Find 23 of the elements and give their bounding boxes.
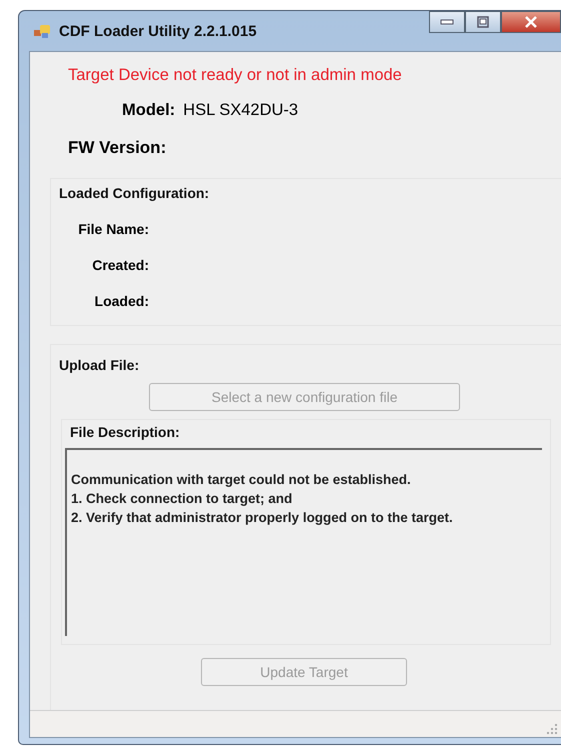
model-value: HSL SX42DU-3: [183, 101, 298, 120]
close-button[interactable]: [501, 11, 561, 33]
description-line: 1. Check connection to target; and: [71, 490, 294, 508]
model-label: Model:: [122, 101, 176, 120]
resize-grip-icon[interactable]: [547, 724, 557, 734]
group-title: Loaded Configuration:: [59, 185, 210, 201]
description-line: 2. Verify that administrator properly logged on to the target.: [71, 509, 454, 527]
window-title: CDF Loader Utility 2.2.1.015: [59, 22, 257, 40]
description-text-area[interactable]: Communication with target could not be established. 1. Check connection to target; and 2. Verify that administrator properly logged on to the target.: [65, 448, 542, 636]
field-label: Loaded:: [94, 293, 149, 309]
field-label: Created:: [92, 257, 149, 273]
minimize-icon: [440, 19, 454, 25]
minimize-button[interactable]: [429, 11, 465, 33]
app-icon: [33, 23, 53, 39]
field-label: File Name:: [78, 221, 149, 237]
status-message: Target Device not ready or not in admin mode: [68, 66, 403, 85]
maximize-button[interactable]: [465, 11, 501, 33]
group-title: File Description:: [70, 424, 181, 440]
fw-version-label: FW Version:: [68, 138, 168, 158]
close-icon: [524, 16, 538, 28]
maximize-icon: [477, 16, 489, 28]
group-title: Upload File:: [59, 357, 140, 373]
description-line: Communication with target could not be established.: [71, 471, 412, 489]
